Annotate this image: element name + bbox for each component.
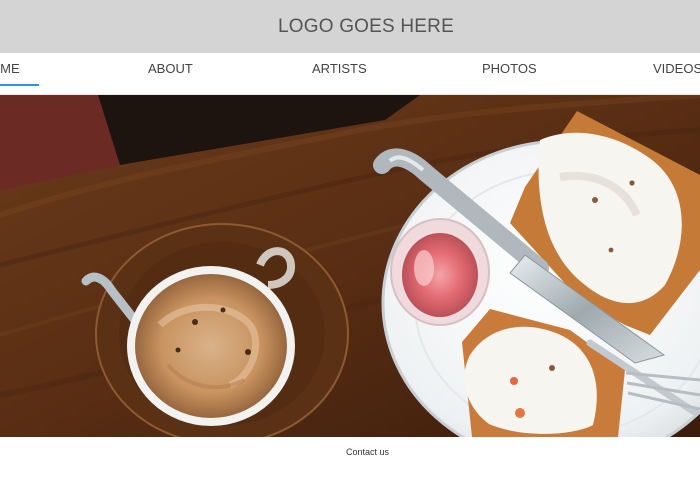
nav-item-artists[interactable]: ARTISTS	[312, 53, 367, 94]
hero-photo	[0, 95, 700, 437]
nav-item-home[interactable]: OME	[0, 53, 20, 94]
site-header: LOGO GOES HERE	[0, 0, 700, 53]
main-navigation: OME ABOUT ARTISTS PHOTOS VIDEOS	[0, 53, 700, 95]
logo: LOGO GOES HERE	[278, 15, 454, 37]
active-tab-indicator	[0, 84, 39, 86]
nav-item-photos[interactable]: PHOTOS	[482, 53, 537, 94]
nav-item-about[interactable]: ABOUT	[148, 53, 193, 94]
contact-link[interactable]: Contact us	[346, 447, 389, 457]
hero-image	[0, 95, 700, 437]
nav-item-videos[interactable]: VIDEOS	[653, 53, 700, 94]
page: LOGO GOES HERE OME ABOUT ARTISTS PHOTOS …	[0, 0, 700, 500]
site-footer: Contact us	[0, 437, 700, 500]
